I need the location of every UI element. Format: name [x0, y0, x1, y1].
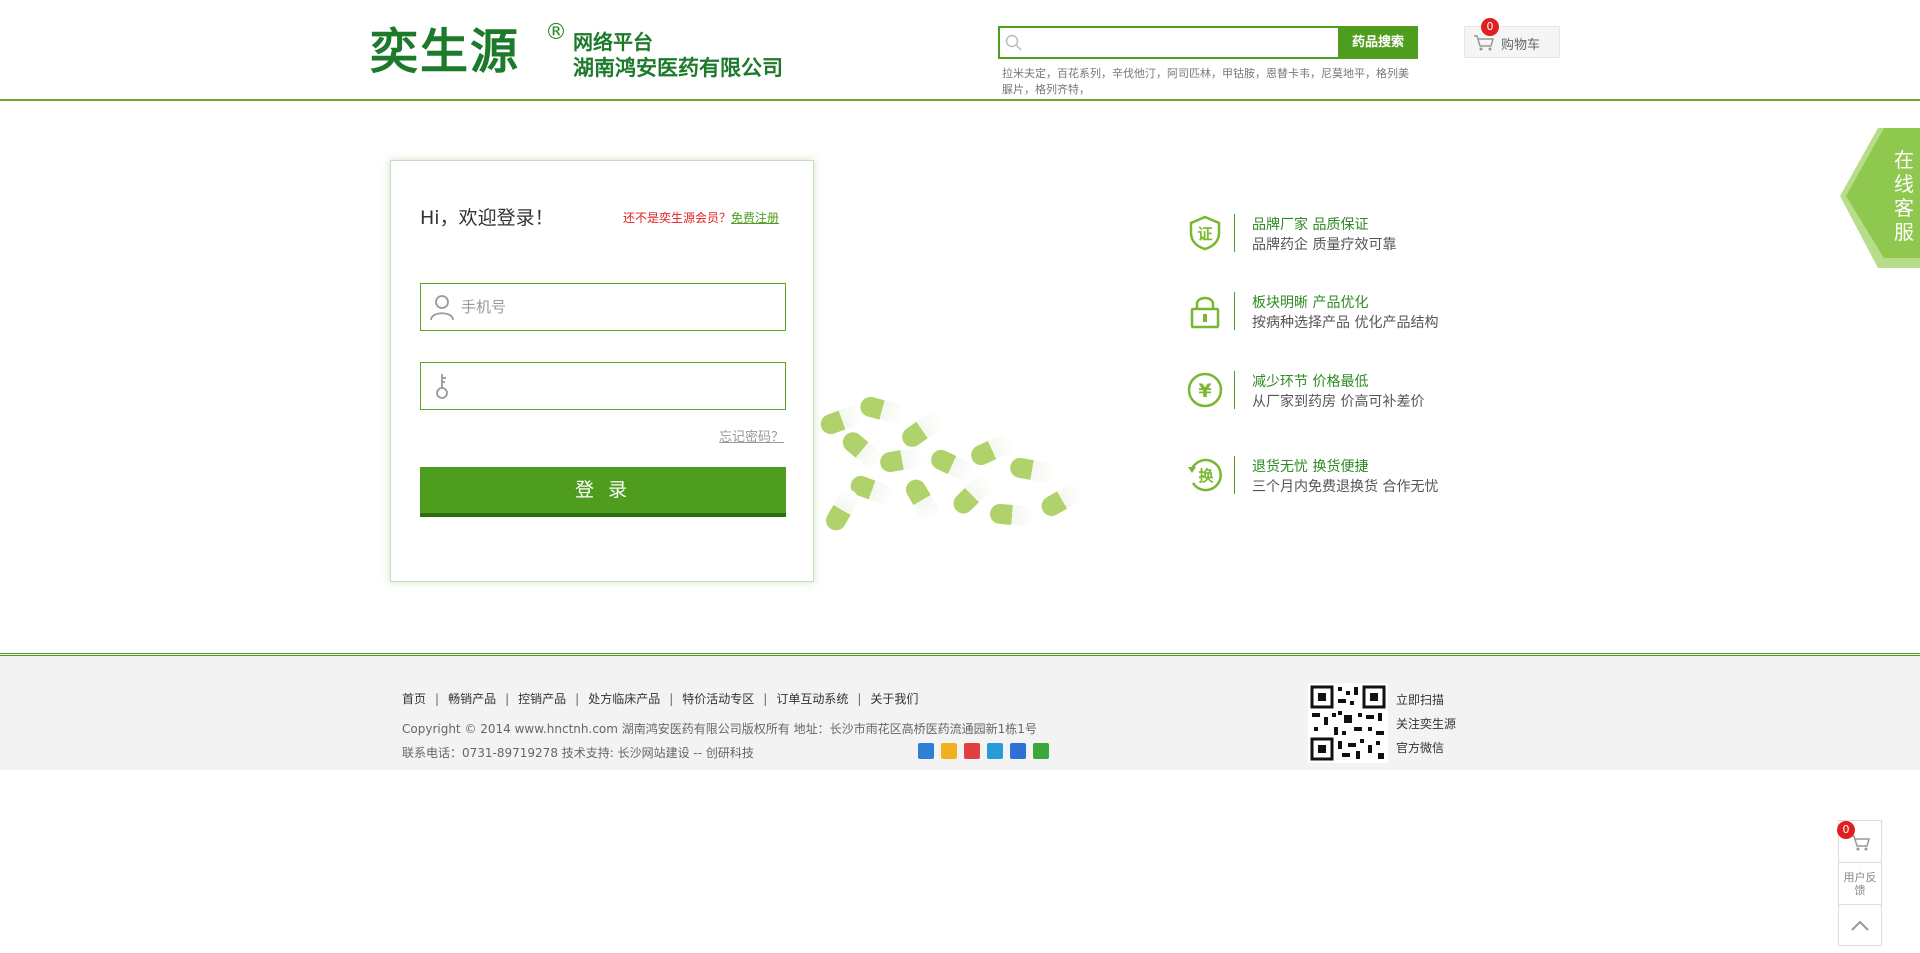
capsule-pills-image	[820, 396, 1083, 531]
register-tip-text: 还不是奕生源会员？	[623, 211, 732, 225]
feature-divider	[1234, 292, 1235, 330]
share-wechat-icon[interactable]	[1033, 743, 1049, 759]
qr-caption-line: 关注奕生源	[1396, 717, 1457, 731]
cart-label: 购物车	[1501, 38, 1541, 53]
logo-subtitle-platform: 网络平台	[573, 30, 653, 54]
svg-text:换: 换	[1198, 467, 1214, 485]
svg-text:¥: ¥	[1198, 380, 1211, 402]
feature-divider	[1234, 456, 1235, 494]
feature-title: 品牌厂家 品质保证	[1252, 217, 1369, 233]
feature-title: 退货无忧 换货便捷	[1252, 459, 1369, 475]
cart-icon	[1474, 35, 1494, 51]
yen-icon: ¥	[1187, 372, 1223, 408]
online-service-tab[interactable]: 在线客服	[1840, 128, 1920, 268]
share-qzone-icon[interactable]	[941, 743, 957, 759]
site-header: 奕生源 ® 网络平台 湖南鸿安医药有限公司 药品搜索 拉米夫定，百花系列，辛伐他…	[0, 0, 1920, 101]
qr-caption-line: 官方微信	[1396, 741, 1445, 755]
footer-contact: 联系电话：0731-89719278 技术支持: 长沙网站建设 -- 创研科技	[402, 746, 754, 760]
site-logo[interactable]: 奕生源 ® 网络平台 湖南鸿安医药有限公司	[370, 20, 800, 82]
login-title: Hi，欢迎登录！	[420, 207, 554, 229]
floating-toolbar: 0 用户反馈	[1837, 820, 1882, 947]
share-tencent-icon[interactable]	[987, 743, 1003, 759]
float-cart-button[interactable]: 0	[1837, 821, 1881, 863]
feature-product-structure: 板块明晰 产品优化 按病种选择产品 优化产品结构	[1186, 288, 1486, 334]
search-icon	[1005, 34, 1022, 51]
phone-input[interactable]	[461, 292, 771, 322]
cart-button[interactable]: 0 购物车	[1464, 18, 1560, 58]
search-input[interactable]	[1026, 30, 1326, 55]
footer-link-home[interactable]: 首页	[402, 692, 426, 706]
footer-copyright: Copyright © 2014 www.hnctnh.com 湖南鸿安医药有限…	[402, 722, 1037, 736]
footer-link-bestsellers[interactable]: 畅销产品	[448, 692, 496, 706]
registered-mark: ®	[545, 20, 567, 45]
logo-subtitle-company: 湖南鸿安医药有限公司	[573, 55, 783, 80]
exchange-icon: 换	[1188, 458, 1222, 492]
site-footer: 首页 | 畅销产品 | 控销产品 | 处方临床产品 | 特价活动专区 | 订单互动系统 | 关于我们 C…	[0, 653, 1920, 770]
qr-caption-line: 立即扫描	[1396, 693, 1445, 707]
footer-link-controlled[interactable]: 控销产品	[518, 692, 566, 706]
feature-desc: 从厂家到药房 价高可补差价	[1252, 394, 1425, 410]
wechat-qr-code	[1308, 683, 1388, 763]
feature-lowest-price: ¥ 减少环节 价格最低 从厂家到药房 价高可补差价	[1186, 367, 1486, 413]
float-cart-badge: 0	[1837, 821, 1855, 839]
feature-desc: 品牌药企 质量疗效可靠	[1252, 237, 1397, 253]
back-to-top-button[interactable]	[1839, 905, 1881, 947]
chevron-up-icon	[1851, 920, 1869, 931]
password-field	[420, 362, 786, 410]
login-panel: Hi，欢迎登录！ 还不是奕生源会员？免费注册 忘记密码？ 登 录	[390, 160, 814, 582]
share-icons	[918, 743, 1056, 763]
feature-desc: 按病种选择产品 优化产品结构	[1252, 315, 1439, 331]
footer-link-orders[interactable]: 订单互动系统	[776, 692, 848, 706]
feature-brand-quality: 证 品牌厂家 品质保证 品牌药企 质量疗效可靠	[1186, 210, 1486, 256]
register-link[interactable]: 免费注册	[731, 211, 779, 225]
cart-count-badge: 0	[1481, 18, 1499, 36]
share-renren-icon[interactable]	[1010, 743, 1026, 759]
footer-link-specials[interactable]: 特价活动专区	[682, 692, 754, 706]
feature-divider	[1234, 214, 1235, 252]
search-button[interactable]: 药品搜索	[1338, 26, 1418, 59]
key-icon	[436, 374, 448, 399]
feature-title: 减少环节 价格最低	[1252, 374, 1369, 390]
service-tab-label: 在线客服	[1894, 148, 1914, 244]
feature-divider	[1234, 371, 1235, 409]
feature-desc: 三个月内免费退换货 合作无忧	[1252, 479, 1439, 495]
footer-nav: 首页 | 畅销产品 | 控销产品 | 处方临床产品 | 特价活动专区 | 订单互动系统 | 关于我们	[402, 692, 919, 706]
user-icon	[430, 295, 454, 321]
feature-title: 板块明晰 产品优化	[1252, 295, 1369, 311]
footer-link-about[interactable]: 关于我们	[870, 692, 918, 706]
logo-brand-name: 奕生源	[370, 24, 521, 80]
forgot-password-link[interactable]: 忘记密码？	[719, 426, 784, 445]
footer-link-prescription[interactable]: 处方临床产品	[588, 692, 660, 706]
login-button[interactable]: 登 录	[420, 467, 786, 517]
lock-icon	[1190, 296, 1220, 329]
certificate-icon: 证	[1189, 215, 1221, 251]
svg-text:证: 证	[1197, 225, 1212, 243]
phone-field	[420, 283, 786, 331]
search-bar: 药品搜索	[998, 26, 1418, 59]
share-weibo-icon[interactable]	[964, 743, 980, 759]
qr-caption: 立即扫描 关注奕生源 官方微信	[1396, 688, 1456, 760]
feedback-button[interactable]: 用户反馈	[1839, 863, 1881, 905]
password-input[interactable]	[461, 371, 771, 401]
hot-search-words[interactable]: 拉米夫定，百花系列，辛伐他汀，阿司匹林，甲钴胺，恩替卡韦，尼莫地平，格列美脲片，…	[998, 66, 1418, 98]
share-more-icon[interactable]	[918, 743, 934, 759]
register-tip: 还不是奕生源会员？免费注册	[623, 209, 779, 226]
feature-return-exchange: 换 退货无忧 换货便捷 三个月内免费退换货 合作无忧	[1186, 452, 1486, 498]
